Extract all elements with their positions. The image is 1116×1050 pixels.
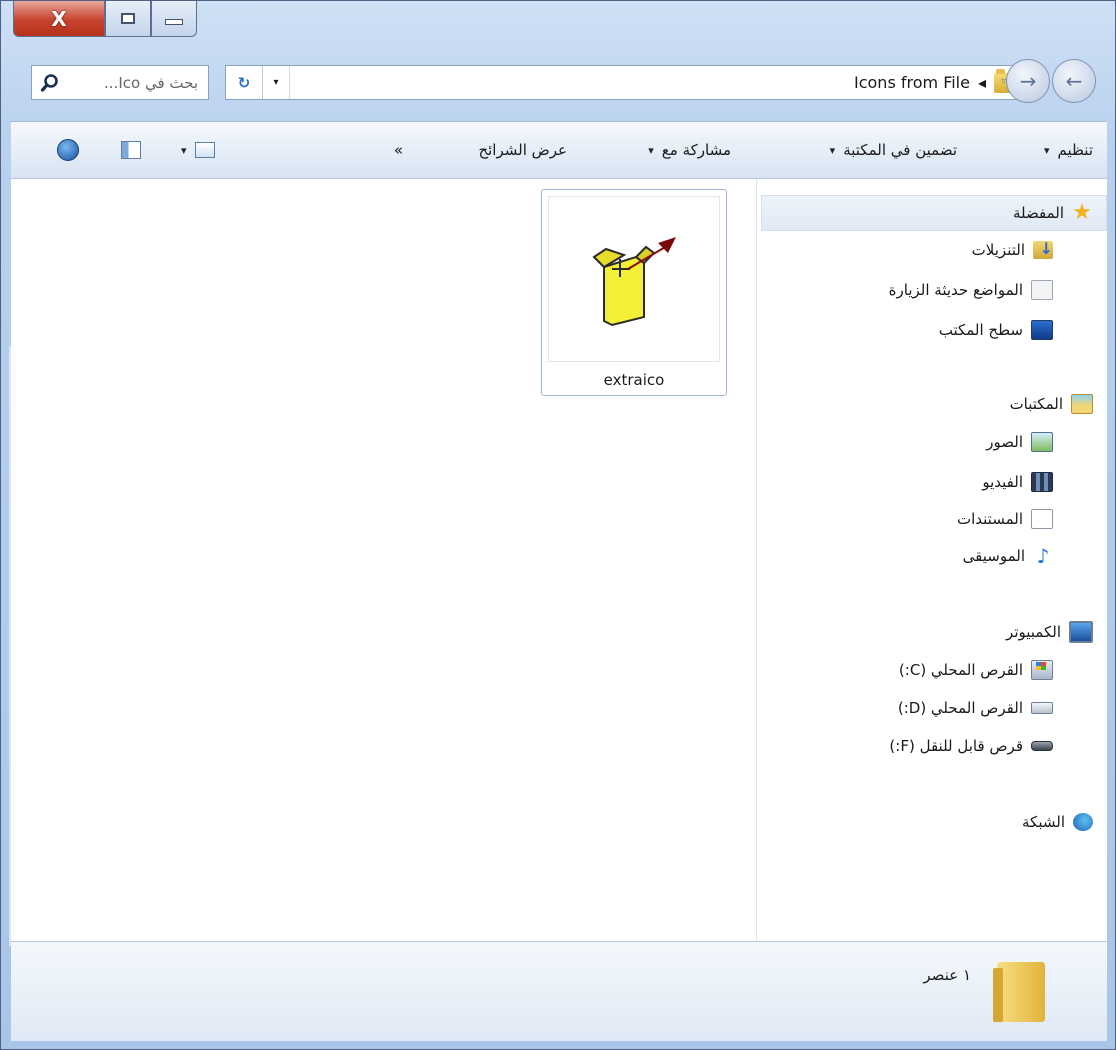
nav-item-desktop[interactable]: سطح المكتب [939,317,1053,343]
navigation-pane: ★ المفضلة التنزيلات المواضع حديثة الزيار… [756,179,1107,941]
nav-item-videos[interactable]: الفيديو [982,469,1053,495]
computer-icon [1069,621,1093,643]
nav-label: الكمبيوتر [1006,623,1061,641]
chevron-down-icon: ▾ [273,77,279,88]
maximize-icon [121,13,135,24]
slideshow-label: عرض الشرائح [478,141,567,159]
close-button[interactable]: X [13,1,105,37]
help-icon [57,139,79,161]
item-count: ١ عنصر [923,966,971,984]
nav-label: الصور [986,433,1023,451]
chevron-down-icon: ▾ [829,143,836,157]
nav-favorites[interactable]: ★ المفضلة [761,195,1107,231]
downloads-icon [1033,239,1053,259]
nav-item-drive-d[interactable]: القرص المحلي (D:) [898,695,1053,721]
nav-label: القرص المحلي (C:) [898,661,1023,679]
share-with-button[interactable]: مشاركة مع ▾ [648,122,731,178]
include-in-library-label: تضمين في المكتبة [843,141,957,159]
network-icon [1073,813,1093,831]
nav-item-removable-drive[interactable]: قرص قابل للنقل (F:) [889,733,1053,759]
libraries-icon [1071,394,1093,414]
nav-item-music[interactable]: ♪ الموسيقى [963,543,1053,569]
change-view-button[interactable]: ▾ [181,122,215,178]
removable-drive-icon [1031,741,1053,751]
details-pane: ١ عنصر [11,941,1107,1041]
minimize-button[interactable] [151,1,197,37]
minimize-icon [165,18,183,25]
nav-network[interactable]: الشبكة [1022,809,1093,835]
nav-item-documents[interactable]: المستندات [957,506,1053,532]
content-area: extraico ★ المفضلة التنزيلات المواضع حدي… [11,179,1107,941]
navigation-buttons: ▿ → ← [1001,59,1097,103]
documents-icon [1031,509,1053,529]
share-with-label: مشاركة مع [661,141,731,159]
breadcrumb-arrow-icon[interactable]: ◂ [978,73,986,92]
file-thumbnail [548,196,720,362]
maximize-button[interactable] [105,1,151,37]
nav-libraries[interactable]: المكتبات [1010,391,1093,417]
caption-buttons: X [13,1,197,37]
breadcrumb[interactable]: Icons from File ◂ [290,68,1024,93]
chevron-down-icon: ▾ [181,143,187,157]
file-item[interactable]: extraico [541,189,727,396]
refresh-button[interactable]: ↻ [226,66,263,99]
address-bar[interactable]: ↻ ▾ Icons from File ◂ [225,65,1025,100]
search-placeholder: بحث في Ico... [104,73,198,92]
search-input[interactable]: بحث في Ico... [31,65,209,100]
nav-item-recent-places[interactable]: المواضع حديثة الزيارة [889,277,1053,303]
nav-computer[interactable]: الكمبيوتر [1006,619,1093,645]
recent-places-icon [1031,280,1053,300]
organize-button[interactable]: تنظيم ▾ [1044,122,1093,178]
forward-button[interactable]: → [1006,59,1051,103]
chevron-down-icon: ▾ [648,143,654,157]
more-commands-button[interactable]: » [394,122,403,178]
nav-label: المواضع حديثة الزيارة [888,281,1023,299]
slideshow-button[interactable]: عرض الشرائح [478,122,567,178]
chevron-down-icon: ▾ [1043,143,1050,157]
folder-icon [993,962,1045,1022]
breadcrumb-current[interactable]: Icons from File [854,73,970,92]
forward-arrow-icon: → [1019,69,1037,93]
drive-c-icon [1031,660,1053,680]
view-icon [194,142,215,158]
music-icon: ♪ [1036,544,1050,568]
close-icon: X [51,6,67,31]
nav-label: القرص المحلي (D:) [897,699,1023,717]
nav-label: الفيديو [982,473,1023,491]
nav-label: الشبكة [1022,813,1065,831]
address-dropdown-button[interactable]: ▾ [263,66,290,99]
command-bar: تنظيم ▾ تضمين في المكتبة ▾ مشاركة مع ▾ ع… [11,121,1107,179]
chevron-more-icon: » [393,141,403,159]
drive-d-icon [1031,702,1053,714]
preview-pane-icon [121,141,141,159]
nav-label: التنزيلات [971,241,1025,259]
pictures-icon [1031,432,1053,452]
file-name: extraico [603,371,665,389]
preview-pane-button[interactable] [121,122,141,178]
help-button[interactable] [57,122,79,178]
box-export-icon [592,237,676,327]
videos-icon [1031,472,1053,492]
nav-item-drive-c[interactable]: القرص المحلي (C:) [899,657,1053,683]
include-in-library-button[interactable]: تضمين في المكتبة ▾ [830,122,957,178]
organize-label: تنظيم [1057,141,1093,159]
back-button[interactable]: ← [1052,59,1097,103]
nav-label: قرص قابل للنقل (F:) [889,737,1023,755]
back-arrow-icon: ← [1065,69,1083,93]
star-icon: ★ [1072,200,1092,225]
nav-label: المستندات [956,510,1023,528]
explorer-window: X بحث في Ico... ↻ ▾ Icons from File ◂ ▿ [0,0,1116,1050]
refresh-icon: ↻ [237,73,251,92]
nav-label: سطح المكتب [938,321,1023,339]
nav-item-pictures[interactable]: الصور [986,429,1053,455]
nav-label: المفضلة [1012,204,1064,222]
nav-label: المكتبات [1009,395,1063,413]
desktop-icon [1031,320,1053,340]
search-icon[interactable] [40,73,60,93]
nav-label: الموسيقى [962,547,1025,565]
nav-item-downloads[interactable]: التنزيلات [972,237,1053,263]
